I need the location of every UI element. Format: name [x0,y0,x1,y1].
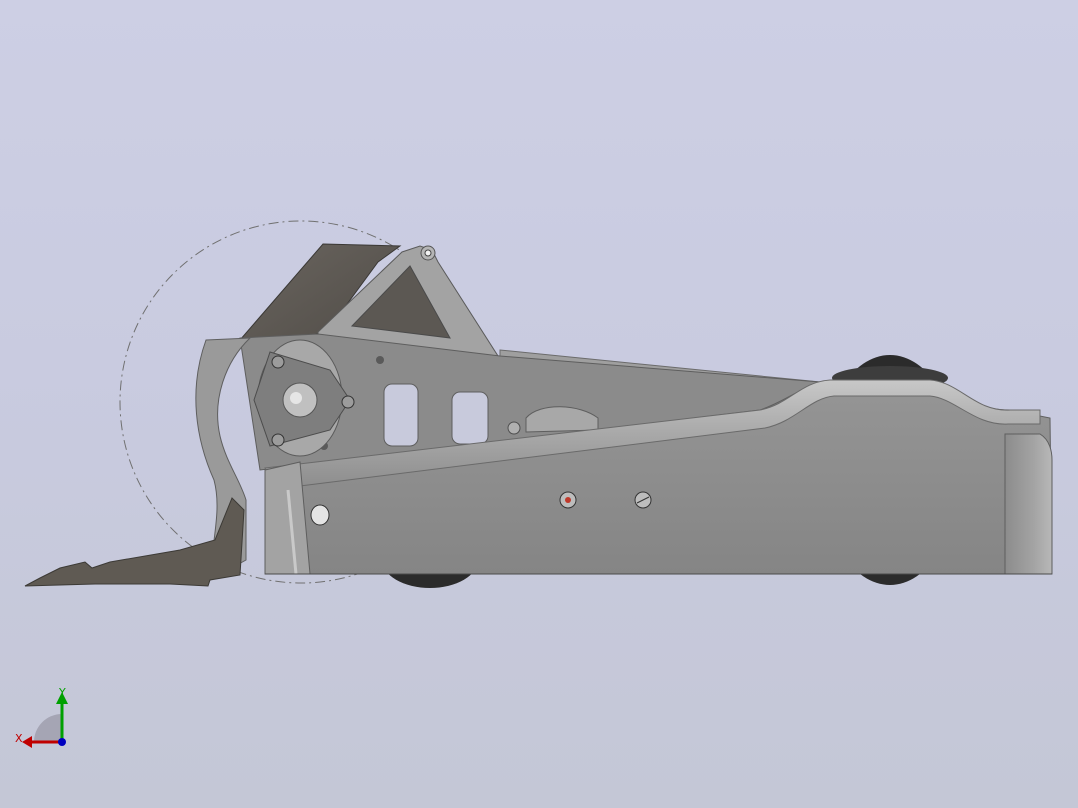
x-axis-label: X [15,732,23,745]
front-wedge-blade[interactable] [24,497,245,587]
coordinate-triad[interactable]: Y X [10,684,80,754]
graphics-viewport[interactable]: Y X [0,0,1078,808]
z-axis-dot [58,738,66,746]
robot-model-side-view[interactable] [0,0,1078,808]
y-axis-label: Y [58,686,66,699]
rear-end-cap [1004,433,1053,575]
triad-base-quarter [34,714,62,742]
